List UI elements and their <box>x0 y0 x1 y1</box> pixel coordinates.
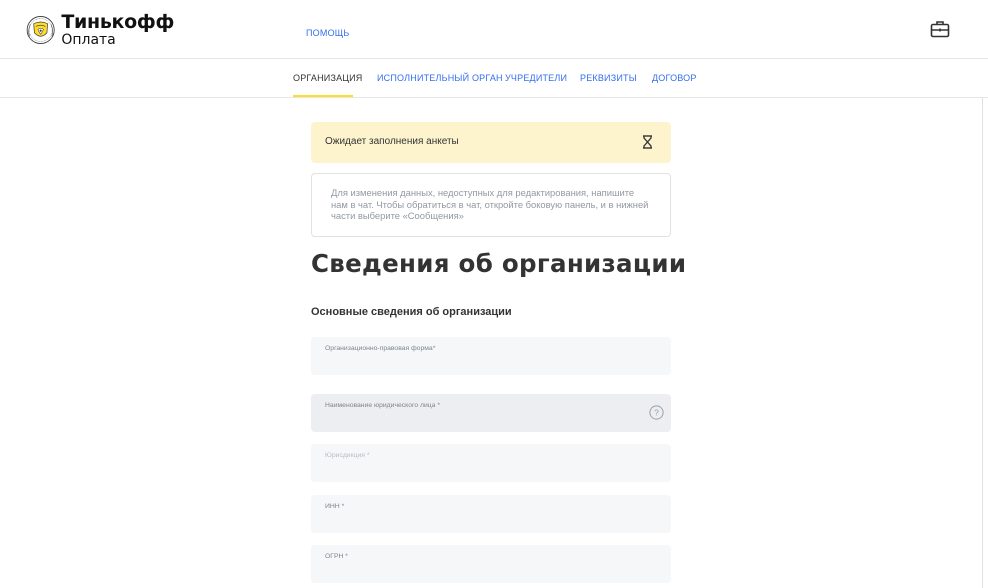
legal-name-field[interactable]: Наименование юридического лица * ? <box>311 394 671 432</box>
tab-requisites[interactable]: Реквизиты <box>580 73 637 83</box>
coat-of-arms-logo-icon <box>26 16 55 44</box>
header: Тинькофф Оплата Помощь <box>0 0 988 59</box>
legal-form-field[interactable]: Организационно-правовая форма* <box>311 337 671 375</box>
info-notice: Для изменения данных, недоступных для ре… <box>311 173 671 237</box>
inn-label: ИНН * <box>325 503 345 510</box>
brand-subtitle: Оплата <box>61 32 116 48</box>
tab-bar: Организация Исполнительный орган Учредит… <box>0 59 988 98</box>
status-banner: Ожидает заполнения анкеты <box>311 122 671 163</box>
jurisdiction-field[interactable]: Юрисдикция * <box>311 444 671 482</box>
hourglass-icon <box>643 135 652 149</box>
tab-founders[interactable]: Учредители <box>505 73 567 83</box>
notice-text: Для изменения данных, недоступных для ре… <box>331 187 649 222</box>
logo[interactable]: Тинькофф Оплата <box>24 8 174 52</box>
section-title: Основные сведения об организации <box>311 306 512 318</box>
question-icon[interactable]: ? <box>649 405 664 420</box>
briefcase-icon[interactable] <box>930 20 950 38</box>
brand-name: Тинькофф <box>61 11 174 33</box>
page-title: Сведения об организации <box>311 249 687 278</box>
jurisdiction-label: Юрисдикция * <box>325 452 370 459</box>
legal-name-label: Наименование юридического лица * <box>325 402 440 409</box>
status-text: Ожидает заполнения анкеты <box>325 136 459 147</box>
tab-executive-body[interactable]: Исполнительный орган <box>377 73 503 83</box>
scrollbar[interactable] <box>982 98 983 588</box>
help-link[interactable]: Помощь <box>306 28 350 38</box>
svg-text:?: ? <box>654 408 659 418</box>
active-tab-indicator <box>293 95 353 97</box>
tab-organization[interactable]: Организация <box>293 73 363 83</box>
legal-form-label: Организационно-правовая форма* <box>325 345 436 352</box>
inn-field[interactable]: ИНН * <box>311 495 671 533</box>
ogrn-field[interactable]: ОГРН * <box>311 545 671 583</box>
tab-contract[interactable]: Договор <box>652 73 697 83</box>
ogrn-label: ОГРН * <box>325 553 348 560</box>
